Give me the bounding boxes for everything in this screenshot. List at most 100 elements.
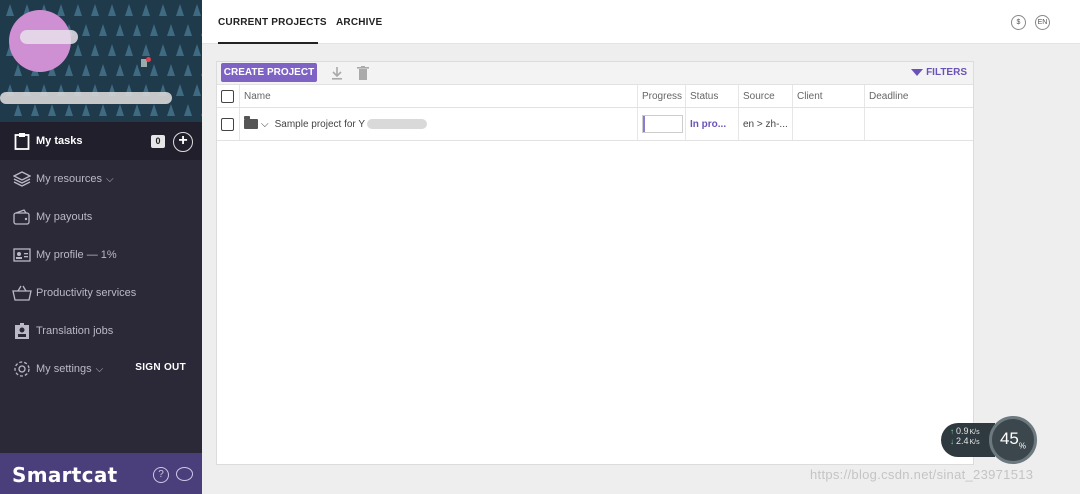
download-icon[interactable]	[331, 66, 343, 80]
add-task-button[interactable]: +	[173, 132, 193, 152]
avatar-blur	[20, 30, 78, 44]
sidebar-item-my-profile[interactable]: My profile — 1%	[0, 236, 202, 274]
tree-pattern	[91, 4, 99, 16]
column-name[interactable]: Name	[239, 85, 637, 107]
column-source[interactable]: Source	[738, 85, 792, 107]
tab-current-projects[interactable]: CURRENT PROJECTS	[218, 17, 327, 28]
currency-icon[interactable]: $	[1011, 15, 1026, 30]
tree-pattern	[108, 44, 116, 56]
help-icon[interactable]: ?	[153, 467, 169, 483]
sidebar-item-label: My payouts	[36, 211, 93, 223]
tree-pattern	[31, 104, 39, 116]
tree-pattern	[142, 4, 150, 16]
tree-pattern	[74, 4, 82, 16]
tree-pattern	[193, 4, 201, 16]
gift-icon	[141, 57, 151, 67]
row-select-cell	[217, 108, 239, 140]
tree-pattern	[176, 44, 184, 56]
download-arrow-icon: ↓	[950, 437, 954, 446]
tree-pattern	[133, 64, 141, 76]
create-project-button[interactable]: CREATE PROJECT	[221, 63, 317, 82]
tree-pattern	[133, 24, 141, 36]
brand-logo[interactable]: Smartcat	[12, 463, 117, 487]
sidebar-item-label: Translation jobs	[36, 325, 114, 337]
sidebar-menu: My tasks 0 + My resources ⌵ My payouts M…	[0, 122, 202, 388]
tree-pattern	[159, 4, 167, 16]
id-card-icon	[12, 246, 32, 264]
project-name-blur	[367, 119, 428, 129]
tree-pattern	[108, 4, 116, 16]
chevron-down-icon[interactable]: ⌵	[261, 119, 269, 130]
sidebar-item-my-tasks[interactable]: My tasks 0 +	[0, 122, 202, 160]
status-value: In pro...	[690, 118, 727, 130]
project-name-cell[interactable]: ⌵ Sample project for Y	[239, 108, 637, 140]
tree-pattern	[167, 64, 175, 76]
sidebar-item-productivity-services[interactable]: Productivity services	[0, 274, 202, 312]
sidebar-item-my-resources[interactable]: My resources ⌵	[0, 160, 202, 198]
project-name[interactable]: Sample project for Y	[275, 119, 365, 130]
sidebar: My tasks 0 + My resources ⌵ My payouts M…	[0, 0, 202, 494]
tree-pattern	[125, 4, 133, 16]
filters-button[interactable]: FILTERS	[911, 67, 967, 78]
task-count-badge: 0	[151, 135, 165, 148]
column-progress[interactable]: Progress	[637, 85, 685, 107]
tree-pattern	[167, 24, 175, 36]
user-name-blur	[0, 92, 172, 104]
tree-pattern	[82, 24, 90, 36]
trash-icon[interactable]	[357, 66, 369, 80]
tab-archive[interactable]: ARCHIVE	[336, 17, 382, 28]
tree-pattern	[201, 64, 202, 76]
projects-panel: CREATE PROJECT FILTERS Name Progress Sta…	[216, 61, 974, 465]
tree-pattern	[99, 104, 107, 116]
source-cell: en > zh-...	[738, 108, 792, 140]
clipboard-icon	[12, 132, 32, 150]
watermark: https://blog.csdn.net/sinat_23971513	[810, 467, 1034, 482]
tree-pattern	[116, 64, 124, 76]
network-speed-widget[interactable]: ↑ 0.9K/s ↓ 2.4K/s	[941, 423, 995, 457]
tree-pattern	[48, 104, 56, 116]
column-deadline[interactable]: Deadline	[864, 85, 973, 107]
tree-pattern	[6, 4, 14, 16]
tree-pattern	[74, 44, 82, 56]
filter-icon	[911, 69, 924, 76]
sign-out-button[interactable]: SIGN OUT	[135, 362, 186, 373]
upload-unit: K/s	[969, 429, 980, 436]
tree-pattern	[91, 44, 99, 56]
gear-icon	[12, 360, 32, 378]
tree-pattern	[65, 104, 73, 116]
usage-percent-unit: %	[1018, 441, 1027, 451]
deadline-cell	[864, 108, 973, 140]
basket-icon	[12, 284, 32, 302]
tree-pattern	[184, 24, 192, 36]
upload-speed: ↑ 0.9K/s	[950, 426, 995, 436]
status-cell: In pro...	[685, 108, 738, 140]
usage-percent: 45	[999, 429, 1019, 448]
usage-percent-gauge[interactable]: 45%	[989, 416, 1037, 464]
brand-bar: Smartcat ?	[0, 453, 202, 494]
sidebar-item-translation-jobs[interactable]: Translation jobs	[0, 312, 202, 350]
table-row[interactable]: ⌵ Sample project for Y In pro... en > zh…	[217, 108, 973, 141]
chevron-down-icon: ⌵	[95, 363, 104, 375]
sidebar-item-my-settings[interactable]: My settings ⌵ SIGN OUT	[0, 350, 202, 388]
download-unit: K/s	[969, 439, 980, 446]
sidebar-header	[0, 0, 202, 122]
sidebar-item-label: My tasks	[36, 135, 83, 147]
chevron-down-icon: ⌵	[106, 173, 114, 185]
tree-pattern	[176, 4, 184, 16]
upload-value: 0.9	[956, 426, 969, 436]
wallet-icon	[12, 208, 32, 226]
column-client[interactable]: Client	[792, 85, 864, 107]
badge-icon	[12, 322, 32, 340]
tree-pattern	[193, 84, 201, 96]
tree-pattern	[176, 84, 184, 96]
projects-table: Name Progress Status Source Client Deadl…	[217, 85, 973, 141]
chat-icon[interactable]	[176, 467, 193, 481]
layers-icon	[12, 170, 32, 188]
language-switcher[interactable]: EN	[1035, 15, 1050, 30]
select-all-checkbox[interactable]	[221, 89, 234, 103]
row-checkbox[interactable]	[221, 117, 234, 131]
sidebar-item-my-payouts[interactable]: My payouts	[0, 198, 202, 236]
tree-pattern	[82, 104, 90, 116]
tree-pattern	[125, 44, 133, 56]
column-status[interactable]: Status	[685, 85, 738, 107]
